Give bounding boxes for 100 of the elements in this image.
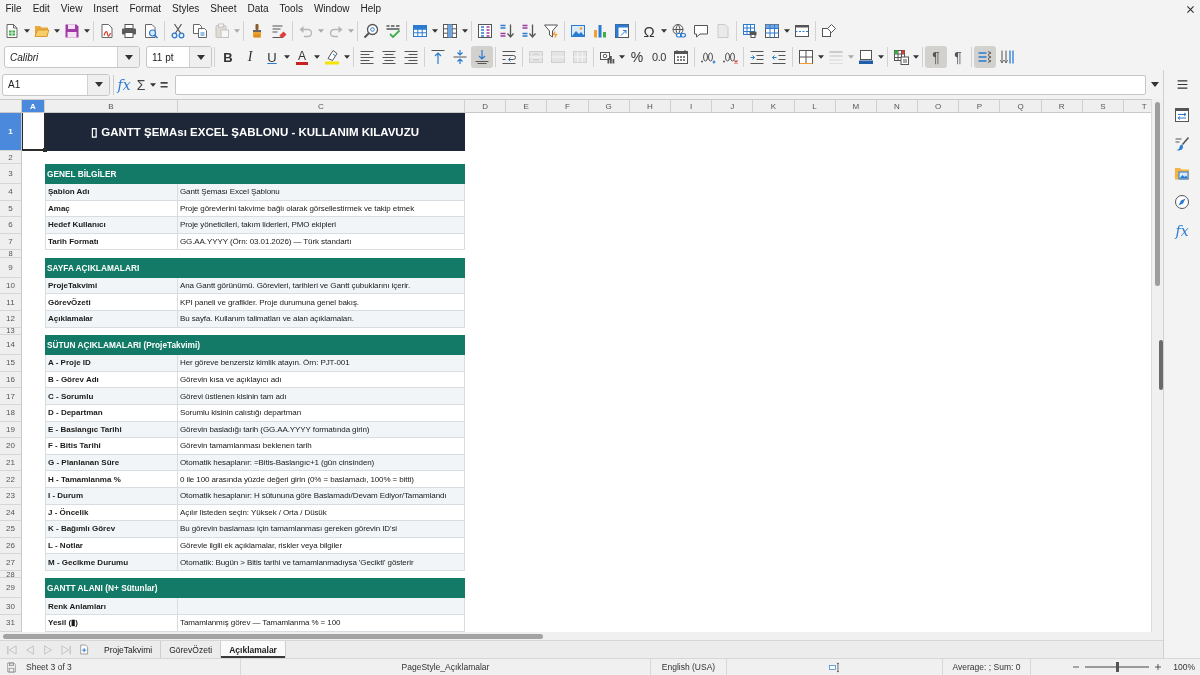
close-icon[interactable] — [1186, 4, 1195, 14]
caret-down-icon[interactable] — [462, 29, 468, 33]
caret-down-icon[interactable] — [150, 82, 156, 87]
row-header[interactable]: 12 — [0, 311, 22, 328]
column-header[interactable]: E — [506, 100, 548, 113]
menu-item[interactable]: Format — [123, 1, 167, 17]
row-header[interactable]: 1 — [0, 113, 22, 151]
row-header[interactable]: 11 — [0, 294, 22, 312]
caret-down-icon[interactable] — [1150, 82, 1159, 87]
font-size-combobox[interactable]: 11 pt — [146, 46, 212, 68]
menu-icon[interactable] — [1175, 77, 1189, 91]
label-cell: GörevÖzeti — [45, 294, 178, 312]
dropdown-button[interactable] — [117, 47, 139, 67]
column-header[interactable]: J — [712, 100, 754, 113]
row-header[interactable]: 6 — [0, 217, 22, 234]
zoom-slider-thumb[interactable] — [1115, 662, 1119, 672]
sheet-tab[interactable]: Açıklamalar — [221, 641, 286, 658]
align-bottom-button[interactable] — [471, 46, 493, 68]
menu-item[interactable]: View — [55, 1, 88, 17]
row-header[interactable]: 14 — [0, 335, 22, 356]
row-header[interactable]: 27 — [0, 554, 22, 571]
sidebar-handle[interactable] — [1159, 340, 1163, 390]
row-header[interactable]: 29 — [0, 578, 22, 599]
column-header[interactable]: L — [794, 100, 836, 113]
row-header[interactable]: 4 — [0, 184, 22, 201]
percent-button[interactable]: % — [626, 46, 648, 68]
caret-down-icon[interactable] — [913, 55, 919, 59]
column-header[interactable]: N — [876, 100, 919, 113]
menu-item[interactable]: Styles — [166, 1, 205, 17]
row-header[interactable]: 3 — [0, 164, 22, 184]
column-header[interactable]: F — [547, 100, 589, 113]
column-header[interactable]: A — [22, 100, 45, 113]
caret-down-icon[interactable] — [878, 55, 884, 59]
column-header[interactable]: D — [465, 100, 507, 113]
caret-down-icon[interactable] — [661, 29, 667, 33]
font-name-combobox[interactable]: Calibri — [4, 46, 140, 68]
column-header[interactable]: Q — [1000, 100, 1042, 113]
font-color-button[interactable]: A — [291, 46, 313, 68]
column-header[interactable]: G — [588, 100, 630, 113]
column-header[interactable]: O — [918, 100, 960, 113]
caret-down-icon[interactable] — [619, 55, 625, 59]
caret-down-icon[interactable] — [314, 55, 320, 59]
row-header[interactable]: 22 — [0, 471, 22, 488]
column-header[interactable]: P — [959, 100, 1001, 113]
number-format-button[interactable]: 0.0 — [648, 46, 670, 68]
menu-item[interactable]: Edit — [27, 1, 56, 17]
name-box-combobox[interactable]: A1 — [2, 73, 110, 96]
row-header[interactable]: 15 — [0, 355, 22, 372]
row-header[interactable]: 30 — [0, 598, 22, 615]
column-header[interactable]: M — [835, 100, 877, 113]
dropdown-button[interactable] — [87, 74, 109, 95]
formula-button[interactable]: = — [157, 74, 171, 95]
bold-button[interactable]: B — [217, 46, 239, 68]
column-header[interactable]: R — [1041, 100, 1083, 113]
column-header[interactable]: K — [753, 100, 795, 113]
functions-button[interactable]: fx — [1169, 218, 1195, 244]
language-text[interactable]: English (USA) — [661, 662, 716, 672]
underline-button[interactable]: U — [261, 46, 283, 68]
zoom-percentage-text[interactable]: 100% — [1173, 662, 1195, 672]
caret-down-icon[interactable] — [84, 29, 90, 33]
menu-item[interactable]: Window — [308, 1, 355, 17]
column-header[interactable]: T — [1124, 100, 1151, 113]
row-header[interactable]: 9 — [0, 257, 22, 278]
column-header[interactable]: B — [45, 100, 178, 113]
menu-item[interactable]: Help — [355, 1, 387, 17]
row-header[interactable]: 2 — [0, 151, 22, 164]
column-header[interactable]: S — [1082, 100, 1124, 113]
special-character-button[interactable]: Ω — [638, 20, 660, 42]
row-header[interactable]: 17 — [0, 388, 22, 405]
function-wizard-button[interactable]: fx — [115, 74, 133, 95]
caret-down-icon[interactable] — [344, 55, 350, 59]
caret-down-icon[interactable] — [432, 29, 438, 33]
menu-item[interactable]: Tools — [274, 1, 309, 17]
column-header[interactable]: I — [670, 100, 713, 113]
menu-item[interactable]: File — [0, 1, 28, 17]
caret-down-icon[interactable] — [818, 55, 824, 59]
menu-item[interactable]: Data — [241, 1, 275, 17]
italic-button[interactable]: I — [239, 46, 261, 68]
caret-down-icon[interactable] — [784, 29, 790, 33]
row-header[interactable]: 25 — [0, 521, 22, 538]
right-to-left-button[interactable]: ¶ — [947, 46, 969, 68]
formula-input-field[interactable] — [175, 74, 1146, 95]
column-header[interactable]: C — [178, 100, 465, 113]
conditional-format-icon — [893, 49, 909, 65]
column-header[interactable]: H — [629, 100, 671, 113]
add-sheet-icon[interactable] — [79, 644, 90, 655]
text-direction-button[interactable] — [974, 46, 996, 68]
caret-down-icon[interactable] — [54, 29, 60, 33]
zoom-in-icon[interactable] — [1154, 663, 1163, 671]
left-to-right-button[interactable]: ¶ — [925, 46, 947, 68]
caret-down-icon[interactable] — [284, 55, 290, 59]
sum-button[interactable]: Σ — [133, 74, 149, 95]
row-header[interactable]: 20 — [0, 438, 22, 455]
scrollbar-thumb[interactable] — [1155, 102, 1160, 286]
dropdown-button[interactable] — [189, 47, 211, 67]
scrollbar-thumb[interactable] — [3, 633, 543, 639]
menu-item[interactable]: Sheet — [204, 1, 242, 17]
fill-handle[interactable] — [43, 148, 47, 152]
caret-down-icon[interactable] — [24, 29, 30, 33]
menu-item[interactable]: Insert — [87, 1, 124, 17]
